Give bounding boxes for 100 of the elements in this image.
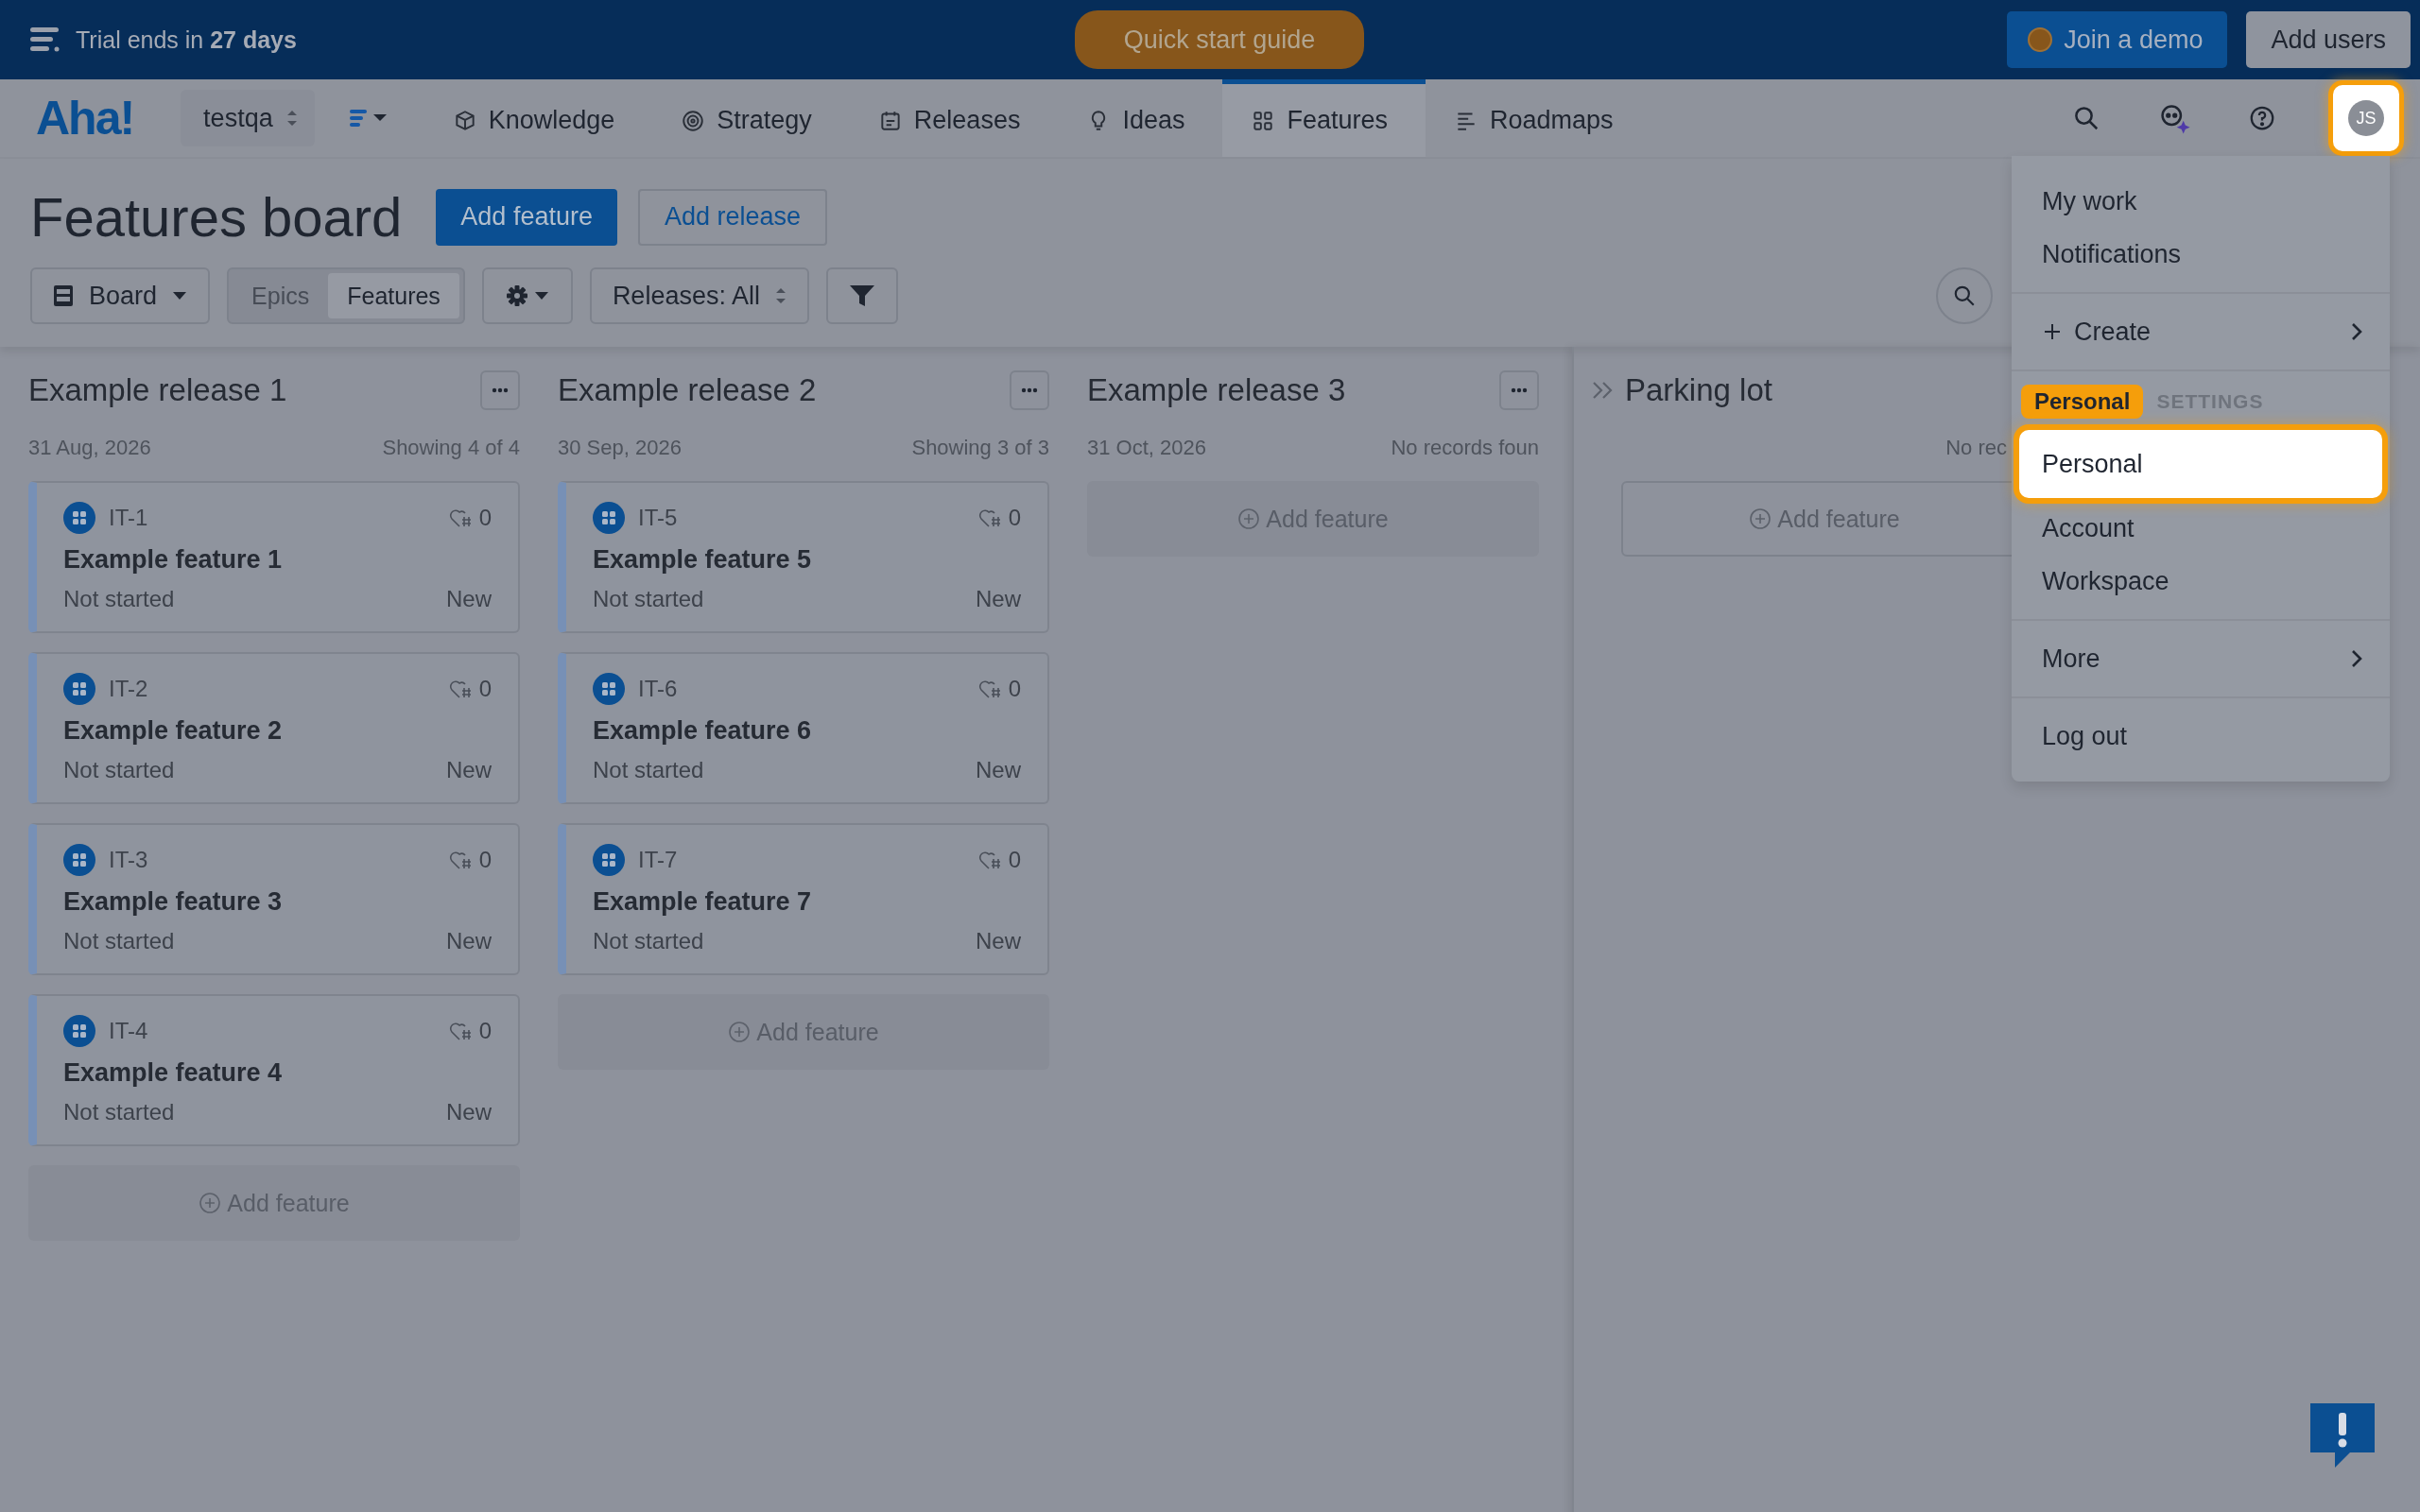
feature-card[interactable]: IT-3 0 Example feature 3 Not started New: [28, 823, 520, 975]
workflow-status: New: [446, 757, 492, 783]
feature-icon: [63, 502, 95, 534]
feature-id: IT-5: [638, 505, 678, 531]
page-title: Features board: [30, 185, 403, 249]
record-count: Showing 3 of 3: [911, 436, 1049, 460]
add-feature-button[interactable]: Add feature: [436, 188, 617, 246]
feature-card[interactable]: IT-7 0 Example feature 7 Not started New: [558, 823, 1049, 975]
quick-start-button[interactable]: Quick start guide: [1074, 10, 1365, 69]
target-icon: [681, 108, 706, 133]
join-demo-button[interactable]: Join a demo: [2007, 11, 2228, 68]
release-date: 30 Sep, 2026: [558, 436, 682, 460]
trial-text: Trial ends in 27 days: [76, 26, 297, 54]
nav-tab[interactable]: Features: [1222, 79, 1426, 157]
record-count: No records foun: [1391, 436, 1539, 460]
feature-icon: [63, 1015, 95, 1047]
feature-status: Not started: [63, 928, 175, 954]
score-icon: [977, 850, 1003, 870]
menu-item[interactable]: Workspace: [2012, 555, 2390, 608]
score-icon: [977, 679, 1003, 699]
nav-tab[interactable]: Roadmaps: [1426, 79, 1651, 157]
settings-dropdown[interactable]: [481, 267, 573, 324]
feature-name: Example feature 3: [63, 887, 284, 917]
view-dropdown[interactable]: Board: [30, 267, 211, 324]
menu-item[interactable]: Notifications: [2012, 228, 2390, 281]
feature-id: IT-3: [109, 847, 148, 873]
feature-status: Not started: [593, 586, 704, 612]
score-value: 0: [1008, 505, 1021, 531]
menu-item[interactable]: More: [2012, 632, 2390, 685]
feature-status: Not started: [593, 928, 704, 954]
score-icon: [448, 850, 474, 870]
feature-status: Not started: [63, 757, 175, 783]
segment-tab[interactable]: Epics: [233, 273, 329, 318]
menu-item[interactable]: Create: [2012, 305, 2390, 358]
feature-card[interactable]: IT-6 0 Example feature 6 Not started New: [558, 652, 1049, 804]
record-count: No rec: [1945, 436, 2007, 460]
add-users-button[interactable]: Add users: [2246, 11, 2411, 68]
feature-id: IT-6: [638, 676, 678, 702]
filter-icon: [848, 284, 875, 308]
feature-name: Example feature 5: [593, 545, 813, 575]
logo[interactable]: Aha!: [36, 91, 134, 146]
ellipsis-icon: [1511, 387, 1528, 393]
more-options-button[interactable]: [480, 370, 520, 410]
caret-icon: [172, 291, 188, 301]
release-title: Example release 3: [1087, 372, 1346, 408]
feature-name: Example feature 7: [593, 887, 813, 917]
workflow-status: New: [446, 1099, 492, 1125]
score-icon: [448, 507, 474, 528]
tooltip-badge: Personal: [2021, 385, 2144, 419]
feature-id: IT-2: [109, 676, 148, 702]
more-options-button[interactable]: [1499, 370, 1539, 410]
score-value: 0: [478, 1018, 492, 1044]
parking-lot-title: Parking lot: [1625, 372, 1772, 408]
nav-tab[interactable]: Releases: [849, 79, 1059, 157]
workflow-status: New: [976, 586, 1021, 612]
feature-icon: [63, 844, 95, 876]
plus-circle-icon: [728, 1021, 752, 1043]
chevron-right-icon: [2350, 648, 2363, 669]
feature-status: Not started: [63, 586, 175, 612]
feature-id: IT-1: [109, 505, 148, 531]
workspace-selector[interactable]: testqa: [181, 90, 315, 146]
score-icon: [977, 507, 1003, 528]
feature-name: Example feature 6: [593, 716, 813, 746]
feature-card[interactable]: IT-1 0 Example feature 1 Not started New: [28, 481, 520, 633]
release-title: Example release 2: [558, 372, 817, 408]
feature-icon: [593, 673, 625, 705]
search-button[interactable]: [1936, 267, 1993, 324]
search-icon[interactable]: [2072, 104, 2100, 132]
nav-tab[interactable]: Strategy: [652, 79, 850, 157]
feature-icon: [593, 502, 625, 534]
record-count: Showing 4 of 4: [382, 436, 520, 460]
feature-card[interactable]: IT-4 0 Example feature 4 Not started New: [28, 994, 520, 1146]
help-icon[interactable]: [2248, 104, 2276, 132]
feature-status: Not started: [63, 1099, 175, 1125]
add-release-button[interactable]: Add release: [637, 188, 828, 246]
feature-id: IT-4: [109, 1018, 148, 1044]
feature-card[interactable]: IT-2 0 Example feature 2 Not started New: [28, 652, 520, 804]
feature-card[interactable]: IT-5 0 Example feature 5 Not started New: [558, 481, 1049, 633]
segment-tab[interactable]: Features: [328, 273, 459, 318]
plus-circle-icon: [1749, 507, 1772, 530]
score-value: 0: [478, 676, 492, 702]
workflow-status: New: [976, 928, 1021, 954]
ellipsis-icon: [492, 387, 509, 393]
feature-icon: [63, 673, 95, 705]
plus-circle-icon: [1237, 507, 1261, 530]
feature-icon: [593, 844, 625, 876]
releases-dropdown[interactable]: Releases: All: [589, 267, 809, 324]
score-icon: [448, 679, 474, 699]
nav-tab[interactable]: Knowledge: [424, 79, 653, 157]
feature-status: Not started: [593, 757, 704, 783]
more-options-button[interactable]: [1010, 370, 1049, 410]
score-icon: [448, 1021, 474, 1041]
search-icon: [1952, 284, 1977, 308]
menu-item[interactable]: My work: [2012, 175, 2390, 228]
board-icon: [53, 284, 74, 307]
plus-icon: [2042, 321, 2063, 342]
menu-item[interactable]: Log out: [2012, 710, 2390, 763]
release-date: 31 Aug, 2026: [28, 436, 151, 460]
filter-button[interactable]: [825, 267, 898, 324]
nav-tab[interactable]: Ideas: [1058, 79, 1223, 157]
